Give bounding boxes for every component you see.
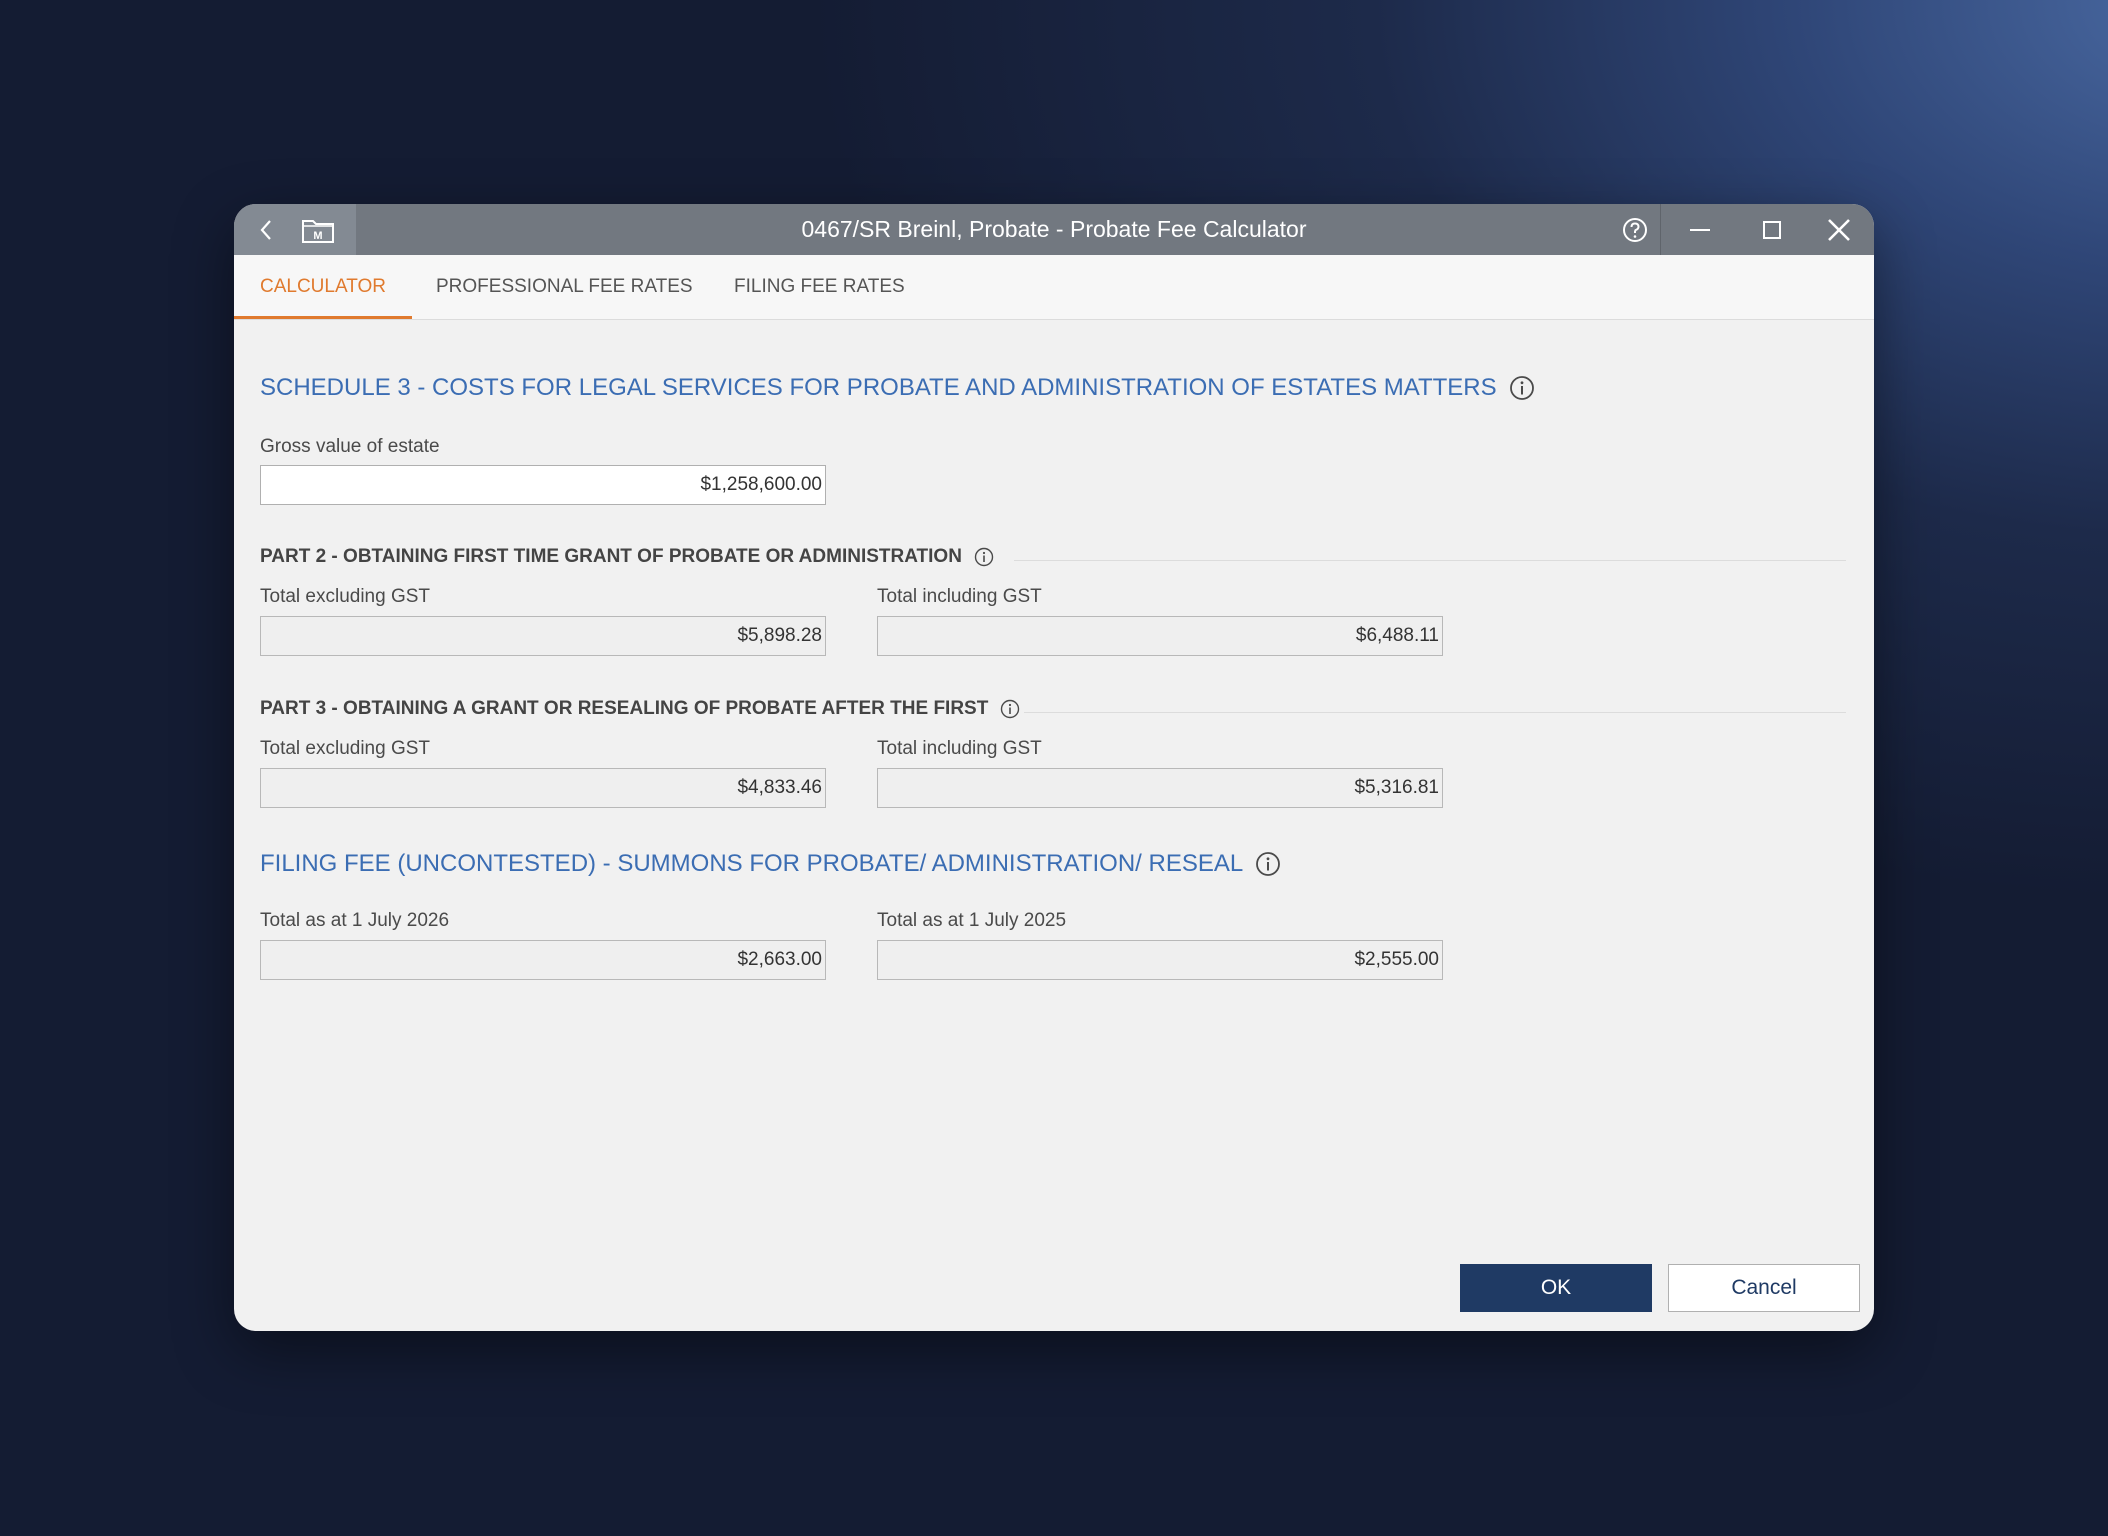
schedule3-heading: SCHEDULE 3 - COSTS FOR LEGAL SERVICES FO… (260, 374, 1535, 402)
info-icon[interactable] (1255, 851, 1281, 877)
info-icon[interactable] (974, 547, 994, 567)
title-bar: M 0467/SR Breinl, Probate - Probate Fee … (234, 204, 1874, 255)
minimize-icon[interactable] (1670, 204, 1730, 255)
help-icon[interactable] (1610, 204, 1660, 255)
gross-value-label: Gross value of estate (260, 436, 440, 457)
filing-previous-label: Total as at 1 July 2025 (877, 910, 1067, 931)
schedule3-title: SCHEDULE 3 - COSTS FOR LEGAL SERVICES FO… (260, 374, 1497, 401)
info-icon[interactable] (1509, 375, 1535, 401)
cancel-button[interactable]: Cancel (1668, 1264, 1860, 1312)
part3-title: PART 3 - OBTAINING A GRANT OR RESEALING … (260, 698, 989, 719)
part3-incl-gst-field[interactable] (877, 768, 1443, 808)
part3-incl-label: Total including GST (877, 738, 1042, 759)
part3-excl-gst-field[interactable] (260, 768, 826, 808)
part2-title: PART 2 - OBTAINING FIRST TIME GRANT OF P… (260, 546, 962, 567)
part2-incl-gst-field[interactable] (877, 616, 1443, 656)
part2-incl-label: Total including GST (877, 586, 1042, 607)
part2-excl-label: Total excluding GST (260, 586, 431, 607)
part2-heading: PART 2 - OBTAINING FIRST TIME GRANT OF P… (260, 546, 994, 568)
gross-value-input[interactable] (260, 465, 826, 505)
info-icon[interactable] (1000, 699, 1020, 719)
part3-heading: PART 3 - OBTAINING A GRANT OR RESEALING … (260, 698, 1020, 720)
tab-filing-fee-rates[interactable]: FILING FEE RATES (708, 255, 931, 319)
filing-current-label: Total as at 1 July 2026 (260, 910, 450, 931)
filing-previous-total-field[interactable] (877, 940, 1443, 980)
part3-excl-label: Total excluding GST (260, 738, 431, 759)
title-bar-divider (1660, 204, 1661, 255)
part2-divider (1014, 560, 1846, 561)
tab-bar: CALCULATOR PROFESSIONAL FEE RATES FILING… (234, 255, 1874, 320)
part2-excl-gst-field[interactable] (260, 616, 826, 656)
filing-fee-heading: FILING FEE (UNCONTESTED) - SUMMONS FOR P… (260, 850, 1281, 878)
part3-divider (1024, 712, 1846, 713)
maximize-icon[interactable] (1742, 204, 1802, 255)
ok-button[interactable]: OK (1460, 1264, 1652, 1312)
filing-fee-title: FILING FEE (UNCONTESTED) - SUMMONS FOR P… (260, 850, 1244, 877)
tab-calculator[interactable]: CALCULATOR (234, 255, 412, 319)
probate-fee-calculator-window: M 0467/SR Breinl, Probate - Probate Fee … (234, 204, 1874, 1331)
close-icon[interactable] (1814, 204, 1864, 255)
filing-current-total-field[interactable] (260, 940, 826, 980)
tab-professional-fee-rates[interactable]: PROFESSIONAL FEE RATES (410, 255, 719, 319)
